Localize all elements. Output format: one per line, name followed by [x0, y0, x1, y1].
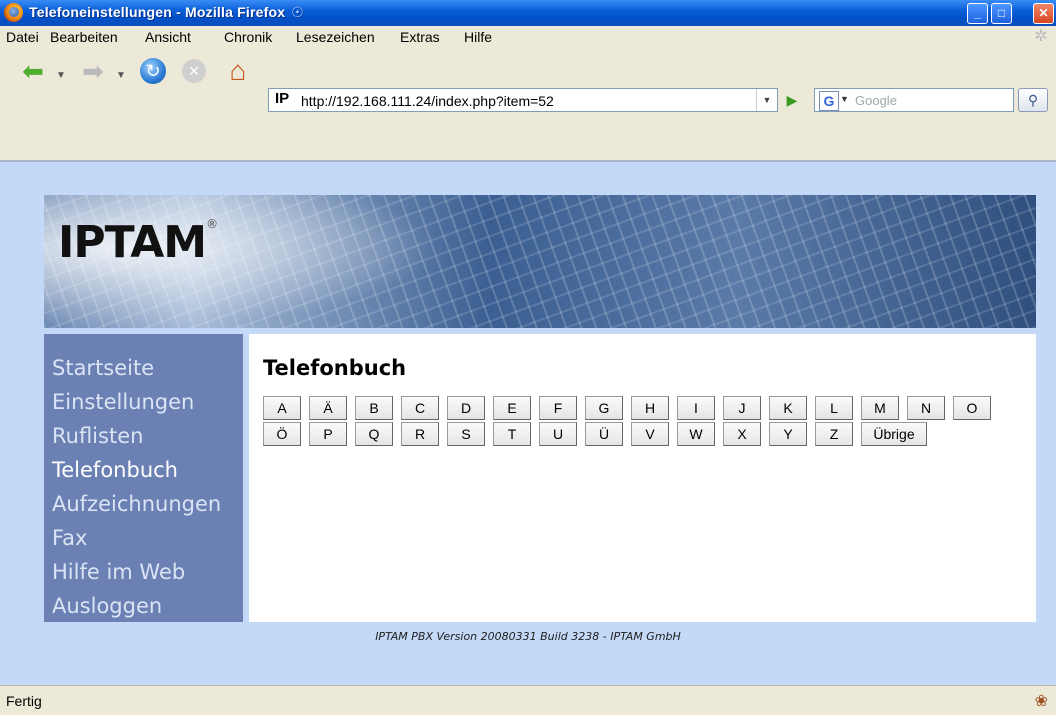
letter-button-ü[interactable]: Ü [585, 422, 623, 446]
menu-bearbeiten[interactable]: Bearbeiten [50, 29, 118, 45]
url-dropdown-icon[interactable]: ▼ [756, 89, 777, 111]
letter-button-w[interactable]: W [677, 422, 715, 446]
letter-button-i[interactable]: I [677, 396, 715, 420]
letter-button-k[interactable]: K [769, 396, 807, 420]
letter-button-p[interactable]: P [309, 422, 347, 446]
go-arrow-icon: ▶ [786, 92, 798, 108]
sidebar-item-telefonbuch[interactable]: Telefonbuch [52, 458, 178, 482]
letter-button-x[interactable]: X [723, 422, 761, 446]
sidebar-item-einstellungen[interactable]: Einstellungen [52, 390, 194, 414]
status-bar: Fertig ❀ [0, 685, 1056, 715]
sidebar-item-hilfe-im-web[interactable]: Hilfe im Web [52, 560, 185, 584]
menu-chronik[interactable]: Chronik [224, 29, 272, 45]
stop-icon: ✕ [182, 59, 206, 83]
forward-dropdown-icon[interactable]: ▼ [116, 70, 126, 81]
go-button[interactable]: ▶ [782, 89, 802, 111]
letter-button-h[interactable]: H [631, 396, 669, 420]
window-title: Telefoneinstellungen - Mozilla Firefox ☉ [29, 4, 305, 20]
letter-button-o[interactable]: O [953, 396, 991, 420]
search-engine-dropdown-icon[interactable]: ▼ [840, 94, 849, 104]
window-titlebar[interactable]: Telefoneinstellungen - Mozilla Firefox ☉ … [0, 0, 1056, 26]
letter-button-c[interactable]: C [401, 396, 439, 420]
reload-button[interactable]: ↻ [136, 54, 170, 88]
menu-hilfe[interactable]: Hilfe [464, 29, 492, 45]
search-bar[interactable]: G ▼ Google [814, 88, 1014, 112]
activity-throbber-icon: ✲ [1034, 28, 1048, 45]
letter-button-a[interactable]: A [263, 396, 301, 420]
sidebar-item-startseite[interactable]: Startseite [52, 356, 154, 380]
close-button[interactable]: ✕ [1033, 3, 1054, 24]
letter-button-ä[interactable]: Ä [309, 396, 347, 420]
back-arrow-icon: ⬅ [22, 55, 44, 86]
letter-button-z[interactable]: Z [815, 422, 853, 446]
site-icon: IP [275, 90, 290, 107]
magnifier-icon: ⚲ [1027, 92, 1039, 108]
letter-button-j[interactable]: J [723, 396, 761, 420]
letter-button-u[interactable]: U [539, 422, 577, 446]
letter-button-y[interactable]: Y [769, 422, 807, 446]
letter-button-t[interactable]: T [493, 422, 531, 446]
iptam-logo: IPTAM® [58, 217, 218, 268]
sidebar-item-ausloggen[interactable]: Ausloggen [52, 594, 162, 618]
letter-button-q[interactable]: Q [355, 422, 393, 446]
back-button[interactable]: ⬅ [14, 54, 52, 88]
stop-button[interactable]: ✕ [178, 54, 210, 88]
search-engine-icon[interactable]: G [819, 91, 839, 111]
sidebar-item-fax[interactable]: Fax [52, 526, 87, 550]
letter-button-g[interactable]: G [585, 396, 623, 420]
letter-button-übrige[interactable]: Übrige [861, 422, 927, 446]
sidebar-nav: Startseite Einstellungen Ruflisten Telef… [44, 334, 243, 622]
letter-button-l[interactable]: L [815, 396, 853, 420]
main-content: Telefonbuch AÄBCDEFGHIJKLMNO ÖPQRSTUÜVWXY… [249, 334, 1036, 622]
letter-button-f[interactable]: F [539, 396, 577, 420]
menu-ansicht[interactable]: Ansicht [145, 29, 191, 45]
page-title: Telefonbuch [263, 356, 407, 380]
url-bar[interactable]: IP http://192.168.111.24/index.php?item=… [268, 88, 778, 112]
home-icon: ⌂ [229, 55, 247, 86]
forward-button[interactable]: ➡ [74, 54, 112, 88]
letter-button-s[interactable]: S [447, 422, 485, 446]
forward-arrow-icon: ➡ [82, 55, 104, 86]
header-banner: IPTAM® [44, 195, 1036, 328]
letter-button-r[interactable]: R [401, 422, 439, 446]
menu-lesezeichen[interactable]: Lesezeichen [296, 29, 375, 45]
maximize-button[interactable]: □ [991, 3, 1012, 24]
search-button[interactable]: ⚲ [1018, 88, 1048, 112]
sidebar-item-aufzeichnungen[interactable]: Aufzeichnungen [52, 492, 221, 516]
letter-button-m[interactable]: M [861, 396, 899, 420]
menu-bar: Datei Bearbeiten Ansicht Chronik Lesezei… [0, 26, 1056, 48]
back-dropdown-icon[interactable]: ▼ [56, 70, 66, 81]
addon-status-icon[interactable]: ❀ [1035, 691, 1048, 711]
menu-extras[interactable]: Extras [400, 29, 440, 45]
swirl-icon: ☉ [291, 4, 305, 20]
menu-datei[interactable]: Datei [6, 29, 39, 45]
status-text: Fertig [6, 693, 42, 709]
url-input[interactable]: http://192.168.111.24/index.php?item=52 [301, 93, 554, 109]
reload-icon: ↻ [140, 58, 166, 84]
letter-button-v[interactable]: V [631, 422, 669, 446]
letter-button-e[interactable]: E [493, 396, 531, 420]
home-button[interactable]: ⌂ [220, 54, 256, 88]
letter-button-ö[interactable]: Ö [263, 422, 301, 446]
letter-button-n[interactable]: N [907, 396, 945, 420]
letter-button-d[interactable]: D [447, 396, 485, 420]
sidebar-item-ruflisten[interactable]: Ruflisten [52, 424, 143, 448]
minimize-button[interactable]: _ [967, 3, 988, 24]
firefox-logo-icon [4, 3, 23, 22]
search-input[interactable]: Google [855, 93, 897, 108]
letter-button-b[interactable]: B [355, 396, 393, 420]
version-footer: IPTAM PBX Version 20080331 Build 3238 - … [375, 630, 681, 643]
